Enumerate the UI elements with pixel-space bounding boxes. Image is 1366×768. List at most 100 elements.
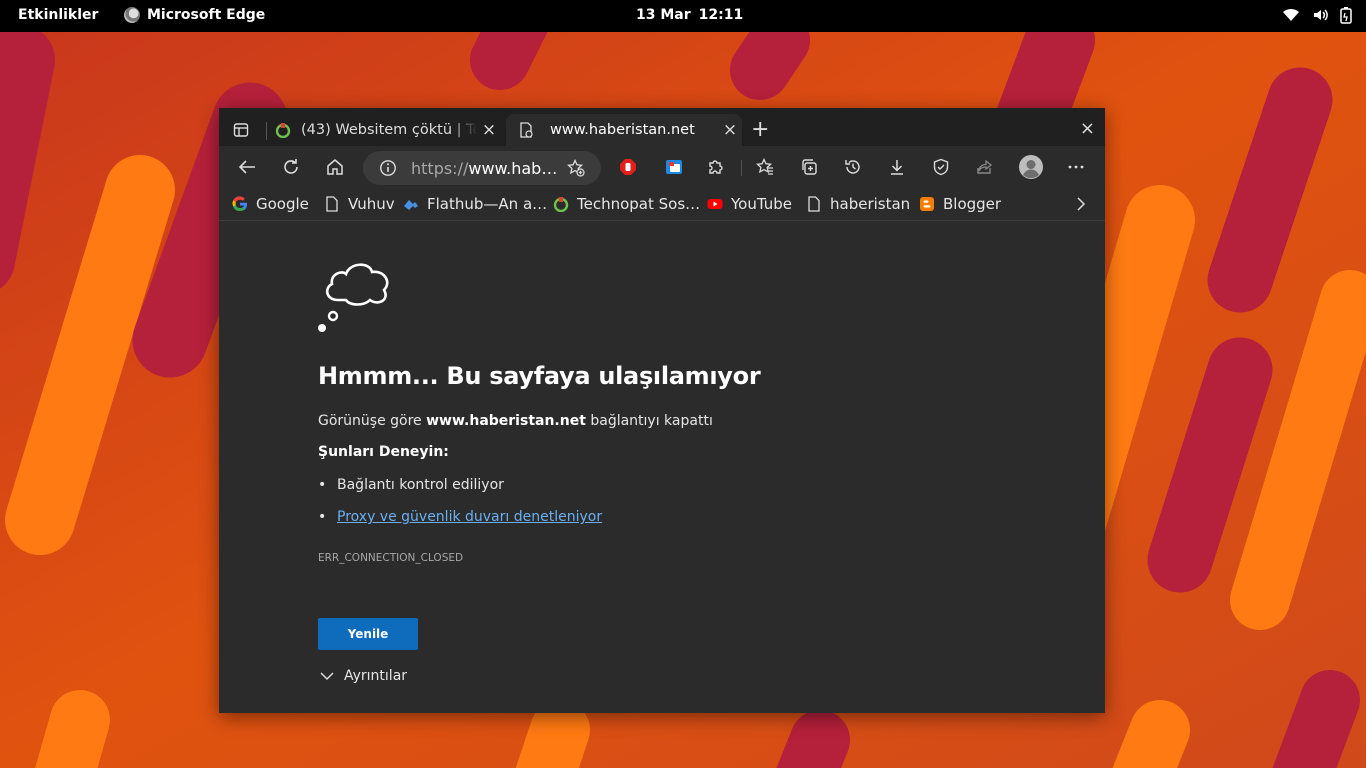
technopat-icon [275,123,291,138]
error-title: Hmmm... Bu sayfaya ulaşılamıyor [318,362,761,390]
back-arrow-icon [238,160,255,174]
app-menu[interactable]: Microsoft Edge [124,7,265,23]
page-icon [808,196,820,212]
tab-close-button[interactable]: × [477,120,501,140]
new-tab-button[interactable]: + [751,119,769,141]
suggestion-text: Bağlantı kontrol ediliyor [337,477,504,493]
browser-essentials-button[interactable] [931,157,951,177]
activities-button[interactable]: Etkinlikler [18,7,98,23]
volume-icon [1314,9,1328,21]
tab-haberistan[interactable]: www.haberistan.net × [506,114,742,146]
bookmark-label: Vuhuv [348,195,395,213]
settings-more-button[interactable] [1066,157,1086,177]
try-heading: Şunları Deneyin: [318,444,449,460]
downloads-button[interactable] [887,157,907,177]
puzzle-icon [709,160,723,174]
tab-title: www.haberistan.net [550,122,695,138]
collections-icon [802,159,817,175]
thought-cloud-icon [318,263,389,332]
navigation-toolbar: https://www.hab… [219,146,1105,188]
more-icon [1068,165,1084,169]
bookmark-blogger[interactable]: Blogger [919,194,1001,214]
share-icon [977,159,993,174]
youtube-icon [707,199,723,209]
bookmark-label: Google [256,195,309,213]
flathub-icon [404,200,418,210]
extension-adblock-button[interactable] [618,157,638,177]
collections-button[interactable] [799,157,819,177]
shield-heart-icon [933,158,949,176]
site-info-icon[interactable] [379,159,397,177]
system-top-bar: Etkinlikler Microsoft Edge 13 Mar 12:11 [0,0,1366,32]
bookmark-haberistan[interactable]: haberistan [806,194,910,214]
system-status-area[interactable] [1282,6,1352,24]
bookmark-vuhuv[interactable]: Vuhuv [324,194,395,214]
bookmark-flathub[interactable]: Flathub—An a… [403,194,547,214]
share-button[interactable] [975,157,995,177]
technopat-icon [553,197,569,212]
suggestion-item: • Bağlantı kontrol ediliyor [318,477,504,493]
add-favorite-icon[interactable] [567,159,585,177]
chevron-right-icon [1077,197,1086,211]
bookmark-technopat[interactable]: Technopat Sos… [553,194,700,214]
edge-icon [124,7,140,23]
wifi-icon [1283,8,1299,21]
tab-close-button[interactable]: × [718,120,742,140]
extensions-button[interactable] [706,157,726,177]
tab-technopat[interactable]: (43) Websitem çöktü | Tech × [275,114,501,146]
clock[interactable]: 13 Mar 12:11 [636,7,743,23]
suggestion-item: • Proxy ve güvenlik duvarı denetleniyor [318,509,602,525]
favorites-overflow-button[interactable] [1075,195,1087,217]
address-bar[interactable]: https://www.hab… [363,151,601,185]
tab-actions-icon[interactable] [233,122,249,138]
window-close-button[interactable]: × [1080,118,1095,139]
tab-strip: (43) Websitem çöktü | Tech × www.haberis… [219,108,1105,146]
bullet: • [318,509,327,525]
url-host: www.hab… [468,158,557,178]
refresh-button[interactable] [281,157,301,177]
details-label: Ayrıntılar [344,668,408,684]
profile-button[interactable] [1018,154,1044,180]
error-desc-suffix: bağlantıyı kapattı [590,413,713,429]
adblock-icon [620,159,636,175]
favorites-button[interactable] [755,157,775,177]
favorites-bar: Google Vuhuv Flathub—An a… Technopat Sos… [219,188,1105,221]
history-icon [845,160,860,174]
home-icon [327,159,343,175]
bookmark-label: Blogger [943,195,1002,213]
tab-separator [266,122,267,140]
favorites-icon [756,158,773,175]
history-button[interactable] [843,157,863,177]
toolbar-separator [741,160,742,176]
details-toggle[interactable]: Ayrıntılar [320,668,407,684]
url-text[interactable]: https://www.hab… [411,159,557,178]
bookmark-label: haberistan [830,195,911,213]
back-button[interactable] [237,157,257,177]
bookmark-label: Technopat Sos… [577,195,701,213]
error-desc-host: www.haberistan.net [426,413,586,429]
clock-date: 13 Mar [636,7,691,23]
extension-translate-button[interactable] [664,157,684,177]
download-icon [891,160,903,175]
url-scheme: https:// [411,158,469,178]
reload-button[interactable]: Yenile [318,618,418,650]
clock-time: 12:11 [698,7,744,23]
chevron-down-icon [320,672,334,681]
error-desc-prefix: Görünüşe göre [318,413,422,429]
proxy-firewall-link[interactable]: Proxy ve güvenlik duvarı denetleniyor [337,509,602,525]
bookmark-youtube[interactable]: YouTube [707,194,792,214]
browser-window: (43) Websitem çöktü | Tech × www.haberis… [219,108,1105,713]
error-code: ERR_CONNECTION_CLOSED [318,552,464,564]
error-description: Görünüşe göre www.haberistan.net bağlant… [318,413,713,429]
bookmark-label: Flathub—An a… [427,195,548,213]
home-button[interactable] [325,157,345,177]
error-page: Hmmm... Bu sayfaya ulaşılamıyor Görünüşe… [219,222,1105,713]
tab-title: (43) Websitem çöktü | Tech [301,122,477,138]
avatar [1019,155,1043,179]
blogger-icon [920,197,934,211]
bookmark-label: YouTube [731,195,792,213]
bullet: • [318,477,327,493]
battery-icon [1340,7,1352,24]
translate-icon [666,160,682,174]
bookmark-google[interactable]: Google [232,194,309,214]
